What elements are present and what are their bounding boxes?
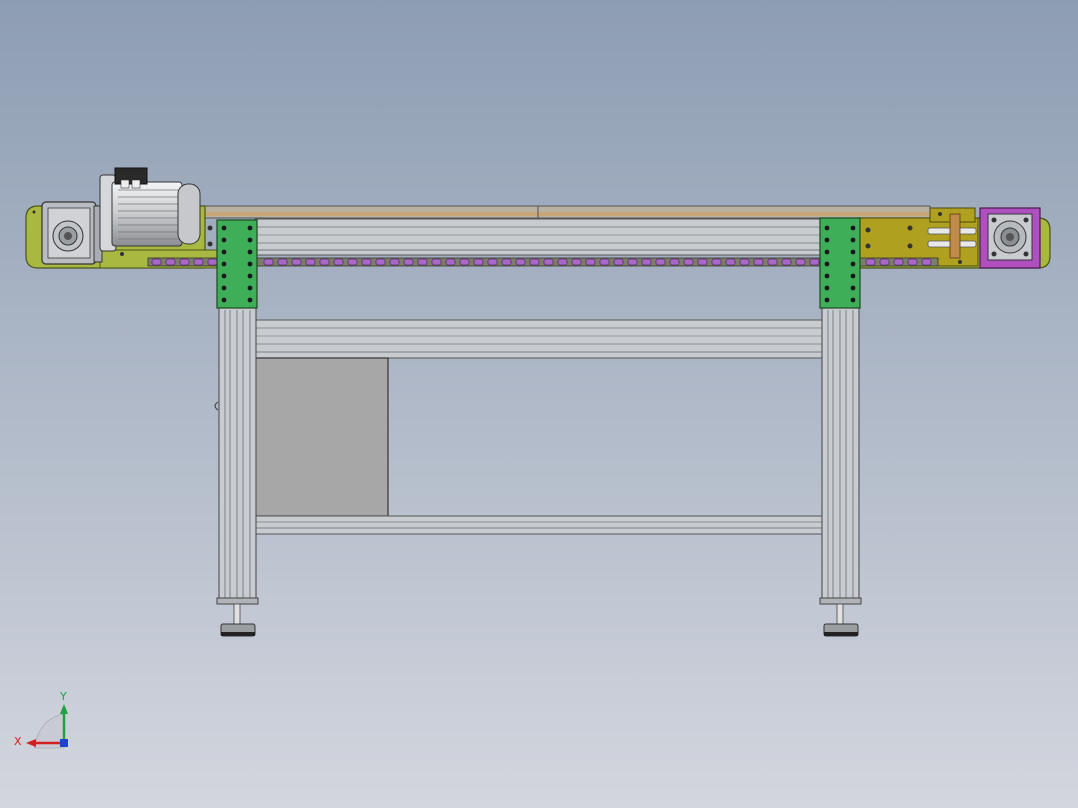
chain-link (389, 258, 400, 266)
bracket-bolt (247, 237, 253, 243)
bracket-bolt (824, 249, 830, 255)
chain-link (193, 258, 204, 266)
bracket-bolt (221, 237, 227, 243)
chain-link (613, 258, 624, 266)
chain-link (179, 258, 190, 266)
bracket-bolt (247, 261, 253, 267)
chain-link (655, 258, 666, 266)
chain-link (767, 258, 778, 266)
bracket-bolt (247, 273, 253, 279)
chain-link (739, 258, 750, 266)
chain-link (599, 258, 610, 266)
chain-link (753, 258, 764, 266)
bracket-bolt (850, 297, 856, 303)
chain-link (907, 258, 918, 266)
chain-link (683, 258, 694, 266)
axis-y-label: Y (59, 690, 67, 703)
upper-crossbar (254, 319, 826, 359)
chain-link (571, 258, 582, 266)
bracket-bolt (824, 225, 830, 231)
left-leg (216, 305, 259, 637)
bracket-bolt (247, 285, 253, 291)
chain-link (151, 258, 162, 266)
viewport-background (0, 0, 1078, 808)
bracket-bolt (221, 249, 227, 255)
chain-link (795, 258, 806, 266)
chain-link (375, 258, 386, 266)
bracket-bolt (850, 225, 856, 231)
chain-link (445, 258, 456, 266)
right-leg (819, 305, 862, 637)
bracket-bolt (221, 285, 227, 291)
chain-link (417, 258, 428, 266)
cad-viewport[interactable]: Y X (0, 0, 1078, 808)
belt-top-rail (199, 205, 931, 219)
bracket-bolt (221, 261, 227, 267)
control-panel (254, 357, 389, 517)
chain-link (543, 258, 554, 266)
chain-link (893, 258, 904, 266)
chain-link (263, 258, 274, 266)
chain-link (333, 258, 344, 266)
chain-link (165, 258, 176, 266)
lower-crossbar (254, 515, 826, 535)
chain-link (725, 258, 736, 266)
bracket-bolt (247, 225, 253, 231)
chain-link (501, 258, 512, 266)
chain-link (207, 258, 218, 266)
chain-link (305, 258, 316, 266)
chain-link (865, 258, 876, 266)
terminal-box (114, 167, 148, 185)
chain-link (347, 258, 358, 266)
conveyor-drawing: Y X (0, 0, 1078, 808)
bracket-bolt (824, 261, 830, 267)
bracket-bolt (850, 273, 856, 279)
chain-link (627, 258, 638, 266)
bracket-bolt (824, 273, 830, 279)
bracket-bolt (850, 249, 856, 255)
chain-link (711, 258, 722, 266)
chain-link (921, 258, 932, 266)
chain-link (669, 258, 680, 266)
bracket-bolt (221, 273, 227, 279)
bracket-bolt (824, 237, 830, 243)
axis-x-label: X (14, 735, 22, 748)
bracket-bolt (221, 225, 227, 231)
chain-link (361, 258, 372, 266)
bracket-bolt (824, 285, 830, 291)
chain-link (473, 258, 484, 266)
bracket-bolt (850, 285, 856, 291)
bracket-bolt (247, 297, 253, 303)
worm-gear-reducer-icon (41, 201, 103, 265)
chain-link (557, 258, 568, 266)
chain-link (319, 258, 330, 266)
chain-link (403, 258, 414, 266)
chain-link (641, 258, 652, 266)
bracket-bolt (850, 261, 856, 267)
chain-link (585, 258, 596, 266)
chain-link (515, 258, 526, 266)
chain-link (487, 258, 498, 266)
conveyor-beam (254, 218, 826, 256)
chain-link (277, 258, 288, 266)
chain-link (431, 258, 442, 266)
bearing-housing-icon (979, 207, 1041, 269)
chain-link (781, 258, 792, 266)
chain-link (697, 258, 708, 266)
bracket-bolt (247, 249, 253, 255)
chain-link (809, 258, 820, 266)
chain-link (879, 258, 890, 266)
chain-link (291, 258, 302, 266)
chain-link (459, 258, 470, 266)
chain-link (529, 258, 540, 266)
bracket-bolt (824, 297, 830, 303)
bracket-bolt (221, 297, 227, 303)
bracket-bolt (850, 237, 856, 243)
